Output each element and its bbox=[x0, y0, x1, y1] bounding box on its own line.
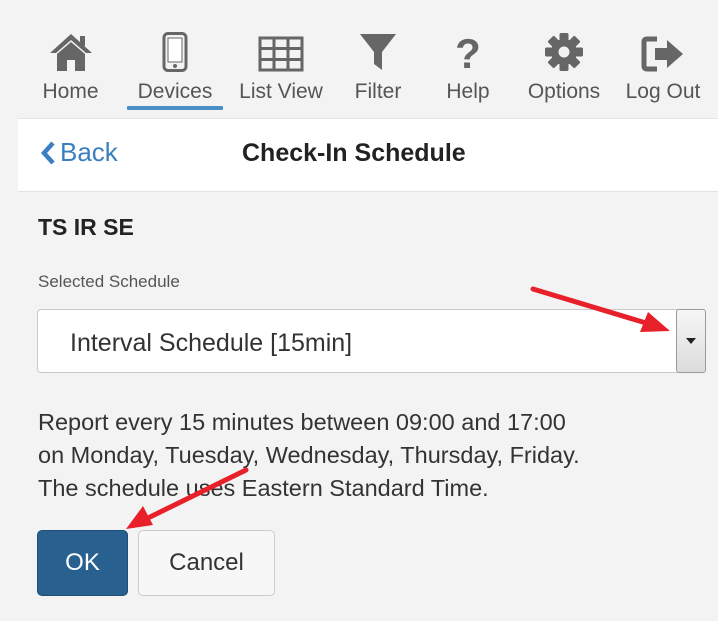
description-line: Report every 15 minutes between 09:00 an… bbox=[38, 409, 566, 435]
back-label: Back bbox=[60, 137, 118, 167]
nav-label-help: Help bbox=[446, 80, 490, 103]
top-nav-bar: Home Devices List View Filter ? Help Opt… bbox=[18, 10, 718, 112]
device-name: TS IR SE bbox=[38, 214, 134, 240]
nav-item-options[interactable]: Options bbox=[515, 10, 613, 112]
description-line: on Monday, Tuesday, Wednesday, Thursday,… bbox=[38, 442, 580, 468]
nav-item-filter[interactable]: Filter bbox=[335, 10, 421, 112]
check-in-schedule-screen: Home Devices List View Filter ? Help Opt… bbox=[0, 0, 718, 621]
nav-item-home[interactable]: Home bbox=[18, 10, 123, 112]
nav-label-home: Home bbox=[42, 80, 99, 103]
home-icon bbox=[48, 20, 94, 72]
grid-icon bbox=[258, 20, 304, 72]
svg-text:?: ? bbox=[455, 32, 481, 72]
active-tab-indicator bbox=[127, 106, 223, 110]
logout-icon bbox=[641, 20, 685, 72]
nav-label-log-out: Log Out bbox=[625, 80, 701, 103]
selected-schedule-label: Selected Schedule bbox=[38, 272, 180, 291]
gear-icon bbox=[544, 20, 584, 72]
nav-item-help[interactable]: ? Help bbox=[421, 10, 515, 112]
nav-label-devices: Devices bbox=[137, 80, 213, 103]
schedule-description: Report every 15 minutes between 09:00 an… bbox=[38, 406, 708, 505]
nav-item-log-out[interactable]: Log Out bbox=[613, 10, 713, 112]
nav-label-filter: Filter bbox=[354, 80, 402, 103]
schedule-dropdown-button[interactable] bbox=[676, 309, 706, 373]
nav-label-list-view: List View bbox=[239, 80, 323, 103]
caret-down-icon bbox=[686, 338, 696, 344]
nav-label-options: Options bbox=[527, 80, 601, 103]
schedule-select[interactable]: Interval Schedule [15min] bbox=[37, 309, 706, 373]
nav-item-devices[interactable]: Devices bbox=[123, 10, 227, 112]
ok-button[interactable]: OK bbox=[37, 530, 128, 596]
back-button[interactable]: Back bbox=[40, 137, 118, 168]
nav-item-list-view[interactable]: List View bbox=[227, 10, 335, 112]
cancel-button[interactable]: Cancel bbox=[138, 530, 275, 596]
page-header: Back Check-In Schedule bbox=[18, 118, 718, 192]
chevron-left-icon bbox=[40, 140, 55, 165]
schedule-select-value: Interval Schedule [15min] bbox=[70, 329, 353, 357]
description-line: The schedule uses Eastern Standard Time. bbox=[38, 475, 489, 501]
phone-icon bbox=[162, 20, 188, 72]
page-title: Check-In Schedule bbox=[242, 139, 466, 167]
question-icon: ? bbox=[454, 20, 482, 72]
filter-icon bbox=[358, 20, 398, 72]
